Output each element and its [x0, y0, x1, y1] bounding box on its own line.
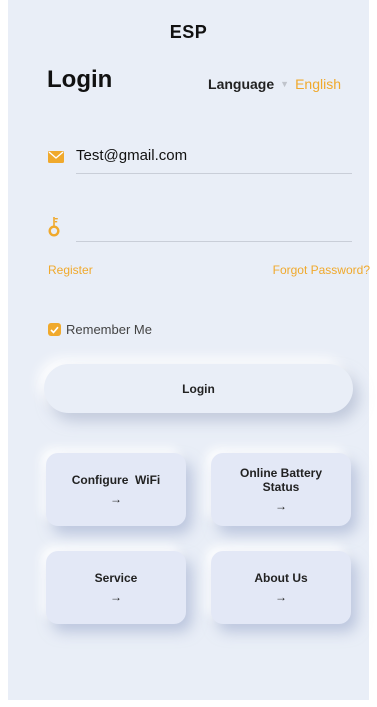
page-title: Login	[47, 66, 113, 93]
register-link[interactable]: Register	[48, 263, 93, 277]
tile-label: Configure WiFi	[71, 473, 161, 487]
caret-down-icon: ▼	[280, 79, 290, 89]
remember-me-checkbox[interactable]: Remember Me	[48, 322, 152, 337]
password-field[interactable]	[48, 208, 352, 242]
checkbox-checked-icon[interactable]	[48, 323, 61, 336]
remember-me-label: Remember Me	[66, 322, 152, 337]
service-tile[interactable]: Service →	[46, 551, 186, 624]
tile-label: Service	[94, 571, 138, 585]
email-underline	[76, 173, 352, 174]
login-button[interactable]: Login	[44, 364, 353, 413]
key-icon	[48, 216, 64, 237]
email-field[interactable]: Test@gmail.com	[48, 140, 352, 174]
arrow-right-icon: →	[275, 590, 287, 604]
configure-wifi-tile[interactable]: Configure WiFi →	[46, 453, 186, 526]
about-us-tile[interactable]: About Us →	[211, 551, 351, 624]
mail-icon	[48, 148, 64, 166]
password-underline	[76, 241, 352, 242]
language-label: Language	[208, 76, 275, 92]
language-value[interactable]: English	[295, 76, 341, 92]
app-title: ESP	[169, 22, 208, 42]
language-selector[interactable]: Language ▼ English	[208, 76, 341, 92]
tile-label: About Us	[254, 571, 308, 585]
app-screen: ESP Login Language ▼ English Test@gmail.…	[8, 0, 370, 700]
arrow-right-icon: →	[275, 499, 287, 513]
email-value[interactable]: Test@gmail.com	[76, 147, 187, 164]
arrow-right-icon: →	[110, 590, 122, 604]
forgot-password-link[interactable]: Forgot Password?	[273, 263, 370, 277]
tile-label: Online Battery Status	[239, 466, 323, 494]
arrow-right-icon: →	[110, 492, 122, 506]
online-battery-status-tile[interactable]: Online Battery Status →	[211, 453, 351, 526]
